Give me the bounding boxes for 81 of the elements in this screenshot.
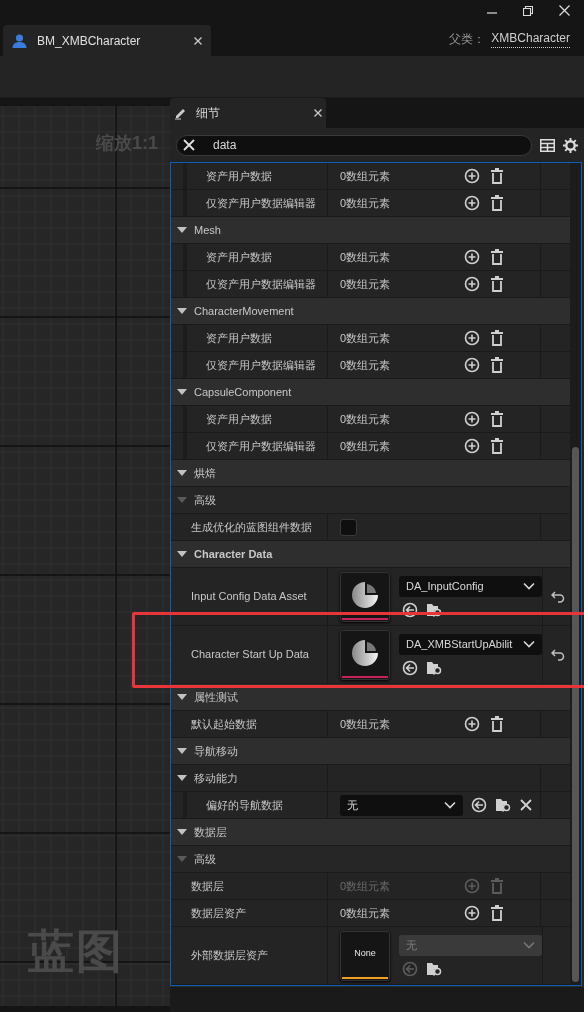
array-count: 0数组元素 xyxy=(340,276,392,292)
table-view-icon[interactable] xyxy=(540,138,555,152)
property-label: 资产用户数据 xyxy=(205,330,272,346)
parent-class-label: 父类： xyxy=(449,30,486,48)
clear-icon[interactable] xyxy=(183,139,195,151)
dropdown[interactable]: 无 xyxy=(340,794,463,816)
chevron-down-icon xyxy=(523,582,535,590)
reset-arrow-icon[interactable] xyxy=(550,648,565,661)
folder-search-icon[interactable] xyxy=(426,601,443,618)
category-header[interactable]: CharacterMovement xyxy=(171,298,570,325)
chevron-down-icon xyxy=(523,640,535,648)
array-count: 0数组元素 xyxy=(340,357,392,373)
settings-icon[interactable] xyxy=(563,137,578,153)
array-count: 0数组元素 xyxy=(340,168,392,184)
chevron-down-icon xyxy=(523,941,535,949)
expand-arrow-icon[interactable] xyxy=(177,828,187,836)
expand-arrow-icon[interactable] xyxy=(177,550,187,558)
property-label: 仅资产用户数据编辑器 xyxy=(205,195,316,211)
property-label: 仅资产用户数据编辑器 xyxy=(205,438,316,454)
property-label: 资产用户数据 xyxy=(205,168,272,184)
reset-arrow-icon[interactable] xyxy=(550,590,565,603)
scrollbar-thumb[interactable] xyxy=(572,447,579,982)
category-header[interactable]: Mesh xyxy=(171,217,570,244)
document-tab[interactable]: BM_XMBCharacter xyxy=(3,25,211,56)
property-label: 生成优化的蓝图组件数据 xyxy=(190,519,312,535)
expand-arrow-icon[interactable] xyxy=(177,747,187,755)
details-tab[interactable]: 细节 xyxy=(170,98,326,128)
array-count: 0数组元素 xyxy=(340,905,392,921)
close-icon[interactable] xyxy=(314,109,322,117)
pie-chart-icon xyxy=(351,581,379,609)
expand-arrow-icon[interactable] xyxy=(177,226,187,234)
category-header[interactable]: 高级 xyxy=(171,846,570,873)
asset-dropdown[interactable]: DA_InputConfig xyxy=(399,575,542,597)
property-label: 外部数据层资产 xyxy=(190,948,268,964)
person-icon xyxy=(12,33,27,48)
array-count: 0数组元素 xyxy=(340,195,392,211)
folder-search-icon[interactable] xyxy=(426,659,443,676)
array-count: 0数组元素 xyxy=(340,438,392,454)
pencil-icon xyxy=(174,106,188,120)
expand-arrow-icon[interactable] xyxy=(177,388,187,396)
category-header[interactable]: 属性测试 xyxy=(171,684,570,711)
property-label: 资产用户数据 xyxy=(205,249,272,265)
property-label: 仅资产用户数据编辑器 xyxy=(205,276,316,292)
property-label: Character Start Up Data xyxy=(190,647,309,663)
array-count: 0数组元素 xyxy=(340,330,392,346)
chevron-down-icon xyxy=(444,801,456,809)
property-label: 仅资产用户数据编辑器 xyxy=(205,357,316,373)
category-header[interactable]: 数据层 xyxy=(171,819,570,846)
category-header[interactable]: Character Data xyxy=(171,541,570,568)
property-label: 数据层资产 xyxy=(190,905,246,921)
property-label: 资产用户数据 xyxy=(205,411,272,427)
property-label: 数据层 xyxy=(190,878,224,894)
search-field[interactable]: data xyxy=(176,134,532,156)
property-label: Input Config Data Asset xyxy=(190,589,307,605)
folder-search-icon[interactable] xyxy=(495,797,512,813)
array-count: 0数组元素 xyxy=(340,716,392,732)
property-label: 默认起始数据 xyxy=(190,716,257,732)
close-icon[interactable] xyxy=(559,5,570,16)
clear-icon[interactable] xyxy=(520,799,532,811)
array-count: 0数组元素 xyxy=(340,249,392,265)
pie-chart-icon xyxy=(351,639,379,667)
folder-search-icon[interactable] xyxy=(426,960,443,977)
asset-thumbnail[interactable] xyxy=(340,629,390,680)
property-label: 偏好的导航数据 xyxy=(205,797,283,813)
thumbnail-label: None xyxy=(354,947,376,961)
expand-arrow-icon[interactable] xyxy=(177,693,187,701)
category-header[interactable]: 导航移动 xyxy=(171,738,570,765)
restore-icon[interactable] xyxy=(523,5,533,16)
parent-class-link[interactable]: XMBCharacter xyxy=(491,29,570,48)
asset-thumbnail[interactable] xyxy=(340,571,390,622)
expand-arrow-icon[interactable] xyxy=(177,307,187,315)
checkbox[interactable] xyxy=(340,518,357,536)
expand-arrow-icon[interactable] xyxy=(177,774,187,782)
close-icon[interactable] xyxy=(194,36,202,45)
expand-arrow-icon[interactable] xyxy=(177,469,187,477)
asset-dropdown[interactable]: DA_XMBStartUpAbilit xyxy=(399,633,542,655)
category-header[interactable]: 烘焙 xyxy=(171,460,570,487)
category-header[interactable]: CapsuleComponent xyxy=(171,379,570,406)
array-count: 0数组元素 xyxy=(340,878,392,894)
category-header[interactable]: 高级 xyxy=(171,487,570,514)
array-count: 0数组元素 xyxy=(340,411,392,427)
